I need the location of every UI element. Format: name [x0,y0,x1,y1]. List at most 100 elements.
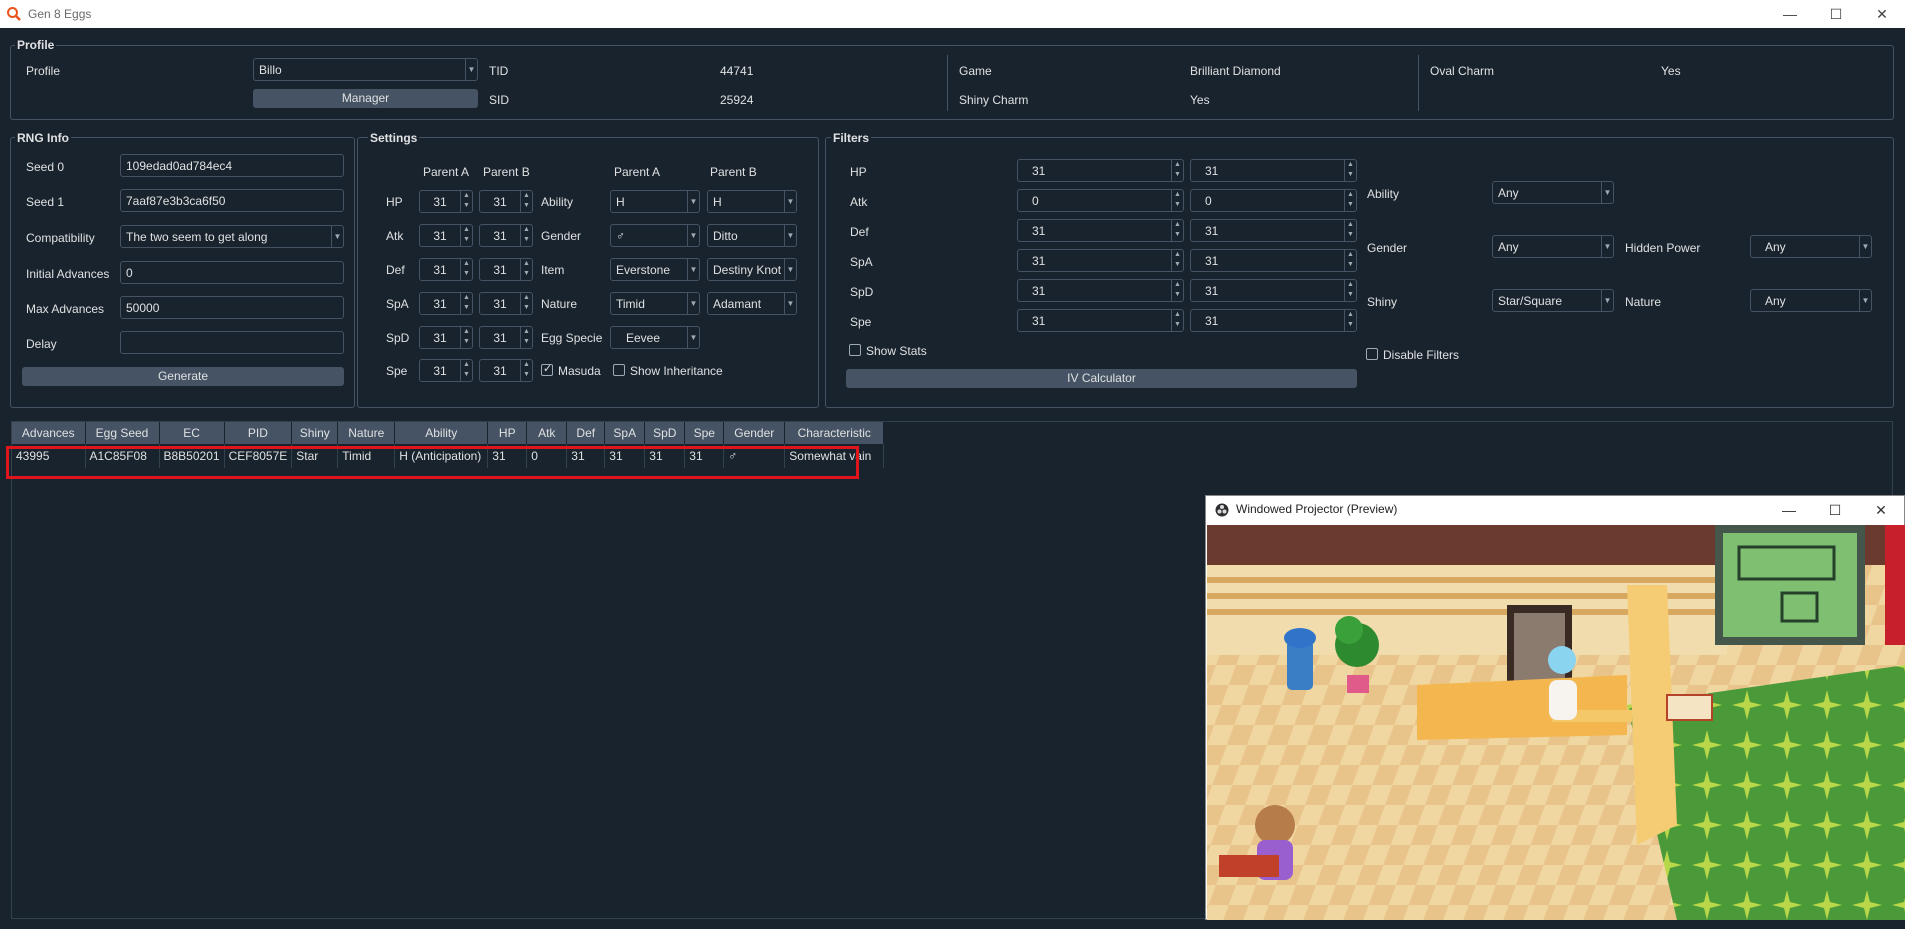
column-header[interactable]: Ability [394,422,489,444]
stepper-arrows-icon[interactable]: ▲ ▼ [1344,190,1356,211]
stepper-arrows-icon[interactable]: ▲ ▼ [1171,190,1183,211]
parent-a-def-spinbox[interactable]: 31 ▲ ▼ [419,258,473,281]
stepper-arrows-icon[interactable]: ▲ ▼ [460,293,472,314]
def-min-spinbox[interactable]: 31 ▲ ▼ [1017,219,1184,242]
spe-max-spinbox[interactable]: 31 ▲ ▼ [1190,309,1357,332]
egg-specie-label: Egg Specie [541,331,603,345]
spd-max-spinbox[interactable]: 31 ▲ ▼ [1190,279,1357,302]
disable-filters-checkbox[interactable] [1366,348,1378,360]
stepper-arrows-icon[interactable]: ▲ ▼ [1171,250,1183,271]
chevron-down-icon: ▼ [687,191,699,212]
stepper-arrows-icon[interactable]: ▲ ▼ [520,259,532,280]
parent-a-ability-select[interactable]: H ▼ [610,190,700,213]
def-max-spinbox[interactable]: 31 ▲ ▼ [1190,219,1357,242]
hp-max-spinbox[interactable]: 31 ▲ ▼ [1190,159,1357,182]
parent-a-item-select[interactable]: Everstone ▼ [610,258,700,281]
parent-b-def-spinbox[interactable]: 31 ▲ ▼ [479,258,533,281]
parent-a-hp-spinbox[interactable]: 31 ▲ ▼ [419,190,473,213]
projector-maximize-button[interactable]: ☐ [1812,496,1858,524]
stepper-arrows-icon[interactable]: ▲ ▼ [520,225,532,246]
column-header[interactable]: Atk [526,422,568,444]
stepper-arrows-icon[interactable]: ▲ ▼ [460,225,472,246]
masuda-checkbox[interactable] [541,362,553,376]
stepper-arrows-icon[interactable]: ▲ ▼ [1171,220,1183,241]
iv-calculator-button[interactable]: IV Calculator [846,369,1357,388]
stepper-arrows-icon[interactable]: ▲ ▼ [460,360,472,381]
parent-b-item-select[interactable]: Destiny Knot ▼ [707,258,797,281]
parent-a-spa-spinbox[interactable]: 31 ▲ ▼ [419,292,473,315]
spa-min-spinbox[interactable]: 31 ▲ ▼ [1017,249,1184,272]
manager-button[interactable]: Manager [253,89,478,108]
projector-minimize-button[interactable]: — [1766,496,1812,524]
projector-close-button[interactable]: ✕ [1858,496,1904,524]
atk-min-spinbox[interactable]: 0 ▲ ▼ [1017,189,1184,212]
column-header[interactable]: PID [224,422,293,444]
stepper-arrows-icon[interactable]: ▲ ▼ [520,191,532,212]
seed1-input[interactable]: 7aaf87e3b3ca6f50 [120,189,344,212]
filter-ability-select[interactable]: Any ▼ [1492,181,1614,204]
parent-b-spd-spinbox[interactable]: 31 ▲ ▼ [479,326,533,349]
column-header[interactable]: HP [487,422,528,444]
parent-b-ability-select[interactable]: H ▼ [707,190,797,213]
show-inheritance-checkbox[interactable] [613,364,625,376]
stepper-arrows-icon[interactable]: ▲ ▼ [1344,280,1356,301]
stepper-arrows-icon[interactable]: ▲ ▼ [520,360,532,381]
generate-button[interactable]: Generate [22,367,344,386]
parent-a-nature-select[interactable]: Timid ▼ [610,292,700,315]
filter-gender-select[interactable]: Any ▼ [1492,235,1614,258]
stepper-arrows-icon[interactable]: ▲ ▼ [520,293,532,314]
stepper-arrows-icon[interactable]: ▲ ▼ [1344,220,1356,241]
stepper-arrows-icon[interactable]: ▲ ▼ [1344,310,1356,331]
parent-b-gender-select[interactable]: Ditto ▼ [707,224,797,247]
column-header[interactable]: EC [159,422,225,444]
spe-min-spinbox[interactable]: 31 ▲ ▼ [1017,309,1184,332]
parent-b-nature-select[interactable]: Adamant ▼ [707,292,797,315]
minimize-button[interactable]: — [1767,0,1813,28]
close-button[interactable]: ✕ [1859,0,1905,28]
delay-input[interactable] [120,331,344,354]
column-header[interactable]: Def [566,422,606,444]
filter-shiny-select[interactable]: Star/Square ▼ [1492,289,1614,312]
parent-a-gender-select[interactable]: ♂ ▼ [610,224,700,247]
stepper-arrows-icon[interactable]: ▲ ▼ [1344,160,1356,181]
parent-b-spe-spinbox[interactable]: 31 ▲ ▼ [479,359,533,382]
parent-b-hp-spinbox[interactable]: 31 ▲ ▼ [479,190,533,213]
stepper-arrows-icon[interactable]: ▲ ▼ [520,327,532,348]
seed0-input[interactable]: 109edad0ad784ec4 [120,154,344,177]
stepper-arrows-icon[interactable]: ▲ ▼ [1171,310,1183,331]
column-header[interactable]: Advances [12,422,86,444]
initial-advances-input[interactable]: 0 [120,261,344,284]
compatibility-select[interactable]: The two seem to get along ▼ [120,225,344,248]
stepper-arrows-icon[interactable]: ▲ ▼ [460,327,472,348]
column-header[interactable]: Spe [684,422,725,444]
filter-nature-select[interactable]: Any ▼ [1750,289,1872,312]
hidden-power-select[interactable]: Any ▼ [1750,235,1872,258]
egg-specie-select[interactable]: Eevee ▼ [610,326,700,349]
parent-a-spe-spinbox[interactable]: 31 ▲ ▼ [419,359,473,382]
column-header[interactable]: Nature [337,422,396,444]
stepper-arrows-icon[interactable]: ▲ ▼ [460,191,472,212]
spd-min-spinbox[interactable]: 31 ▲ ▼ [1017,279,1184,302]
column-header[interactable]: SpA [604,422,646,444]
column-header[interactable]: SpD [644,422,686,444]
column-header[interactable]: Characteristic [784,422,885,444]
column-header[interactable]: Shiny [291,422,339,444]
projector-window[interactable]: Windowed Projector (Preview) — ☐ ✕ [1205,495,1905,920]
parent-a-spd-spinbox[interactable]: 31 ▲ ▼ [419,326,473,349]
spa-max-spinbox[interactable]: 31 ▲ ▼ [1190,249,1357,272]
hp-min-spinbox[interactable]: 31 ▲ ▼ [1017,159,1184,182]
maximize-button[interactable]: ☐ [1813,0,1859,28]
stepper-arrows-icon[interactable]: ▲ ▼ [460,259,472,280]
max-advances-input[interactable]: 50000 [120,296,344,319]
atk-max-spinbox[interactable]: 0 ▲ ▼ [1190,189,1357,212]
stepper-arrows-icon[interactable]: ▲ ▼ [1171,280,1183,301]
profile-select[interactable]: Billo ▼ [253,58,478,81]
parent-b-atk-spinbox[interactable]: 31 ▲ ▼ [479,224,533,247]
stepper-arrows-icon[interactable]: ▲ ▼ [1171,160,1183,181]
parent-b-spa-spinbox[interactable]: 31 ▲ ▼ [479,292,533,315]
stepper-arrows-icon[interactable]: ▲ ▼ [1344,250,1356,271]
column-header[interactable]: Egg Seed [85,422,160,444]
parent-a-atk-spinbox[interactable]: 31 ▲ ▼ [419,224,473,247]
column-header[interactable]: Gender [723,422,786,444]
show-stats-checkbox[interactable] [849,344,861,356]
